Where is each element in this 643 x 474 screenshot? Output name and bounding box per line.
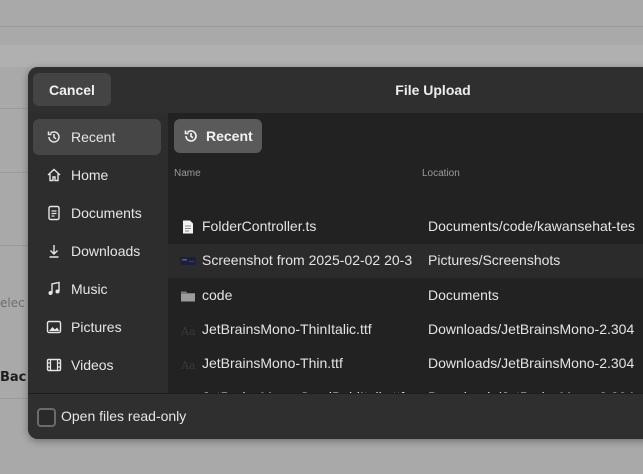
file-location: Downloads/JetBrainsMono-2.304 (428, 355, 635, 371)
read-only-checkbox[interactable] (37, 408, 56, 427)
column-header-name[interactable]: Name (174, 168, 201, 179)
sidebar-item-pictures[interactable]: Pictures (33, 309, 161, 345)
document-icon (45, 204, 63, 222)
home-icon (45, 166, 63, 184)
sidebar-item-label: Documents (71, 205, 142, 221)
location-crumb-recent[interactable]: Recent (174, 119, 262, 153)
background-back-text: Bac (0, 370, 27, 385)
sidebar-item-recent[interactable]: Recent (33, 119, 161, 155)
cancel-button[interactable]: Cancel (33, 73, 111, 106)
file-location: Documents/code/kawansehat-tes (428, 218, 635, 234)
file-name: FolderController.ts (202, 218, 317, 234)
text-file-icon (180, 219, 196, 235)
clock-icon (45, 128, 63, 146)
clock-icon (184, 130, 197, 142)
table-row[interactable]: Screenshot from 2025-02-02 20-3 Pictures/… (168, 244, 643, 278)
sidebar-item-label: Home (71, 167, 109, 183)
sidebar-item-label: Recent (71, 129, 116, 145)
picture-icon (45, 318, 63, 336)
sidebar-item-label: Pictures (71, 319, 122, 335)
table-row[interactable]: FolderController.ts Documents/code/kawans… (168, 210, 643, 244)
dialog-titlebar: Cancel File Upload (28, 67, 643, 113)
font-file-icon: Aa (180, 322, 196, 338)
file-browser: Recent Name Location FolderController.ts… (168, 113, 643, 406)
folder-icon (180, 288, 196, 304)
sidebar-item-downloads[interactable]: Downloads (33, 233, 161, 269)
sidebar-item-label: Music (71, 281, 108, 297)
dialog-footer: Open files read-only (28, 393, 643, 439)
sidebar-item-label: Videos (71, 357, 114, 373)
file-name: JetBrainsMono-Thin.ttf (202, 355, 343, 371)
background-partial-text: elec (0, 296, 25, 310)
crumb-label: Recent (206, 128, 253, 144)
download-icon (45, 242, 63, 260)
sidebar-item-home[interactable]: Home (33, 157, 161, 193)
sidebar-item-videos[interactable]: Videos (33, 347, 161, 383)
image-thumbnail-icon (180, 253, 196, 269)
column-header-location[interactable]: Location (422, 168, 460, 179)
file-location: Downloads/JetBrainsMono-2.304 (428, 321, 635, 337)
dialog-title: File Upload (395, 82, 471, 98)
background-panel (0, 45, 643, 67)
sidebar-item-documents[interactable]: Documents (33, 195, 161, 231)
file-upload-dialog: Cancel File Upload Recent Home Documents (28, 67, 643, 439)
file-name: JetBrainsMono-ThinItalic.ttf (202, 321, 372, 337)
svg-text:Aa: Aa (180, 359, 196, 372)
svg-text:Aa: Aa (180, 325, 196, 338)
table-row[interactable]: Aa JetBrainsMono-ThinItalic.ttf Downloads/… (168, 313, 643, 347)
file-name: Screenshot from 2025-02-02 20-3 (202, 252, 413, 268)
file-location: Documents (428, 287, 499, 303)
places-sidebar: Recent Home Documents Downloads Music Pi… (28, 113, 168, 393)
file-name: code (202, 287, 233, 303)
music-icon (45, 280, 63, 298)
table-row[interactable]: code Documents (168, 279, 643, 313)
background-divider (0, 26, 643, 27)
read-only-label[interactable]: Open files read-only (61, 408, 186, 424)
file-location: Pictures/Screenshots (428, 252, 561, 268)
video-icon (45, 356, 63, 374)
sidebar-item-label: Downloads (71, 243, 141, 259)
sidebar-item-music[interactable]: Music (33, 271, 161, 307)
font-file-icon: Aa (180, 356, 196, 372)
table-row[interactable]: Aa JetBrainsMono-Thin.ttf Downloads/JetBra… (168, 347, 643, 381)
